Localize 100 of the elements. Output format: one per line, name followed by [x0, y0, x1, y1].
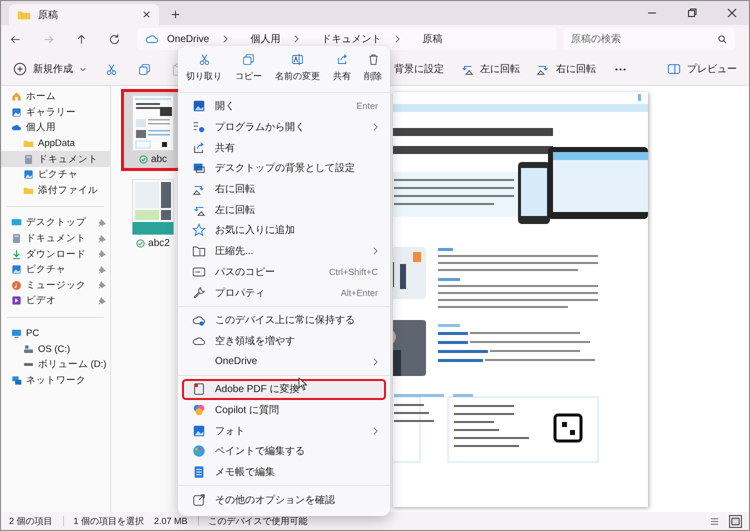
sidebar-item[interactable]: 添付ファイル: [1, 182, 110, 198]
breadcrumb[interactable]: OneDrive: [167, 34, 210, 44]
sidebar-item[interactable]: ドキュメント: [1, 230, 110, 246]
menu-item[interactable]: Copilot に質問: [182, 400, 386, 420]
menu-item[interactable]: 共有: [182, 137, 386, 158]
sidebar-item[interactable]: デスクトップ: [1, 215, 110, 231]
close-tab-icon[interactable]: [142, 10, 151, 19]
breadcrumb[interactable]: ドキュメント: [321, 32, 382, 46]
gallery-icon: [11, 106, 22, 118]
menu-item[interactable]: パスのコピー Ctrl+Shift+C: [182, 262, 386, 282]
toolbar-button[interactable]: 左に回転: [454, 58, 526, 80]
sidebar-item[interactable]: PC: [1, 326, 110, 342]
folder-icon: [23, 138, 34, 150]
sidebar-item[interactable]: ビデオ: [1, 293, 110, 309]
drive-icon: [23, 344, 34, 355]
desktop-icon: [11, 217, 22, 228]
sidebar-item[interactable]: ピクチャ: [1, 166, 110, 183]
menu-item[interactable]: 開く Enter: [182, 96, 386, 117]
menu-action-button[interactable]: コピー: [233, 50, 264, 86]
copy-icon: [242, 53, 255, 66]
menu-item[interactable]: フォト: [182, 420, 386, 441]
sidebar-item[interactable]: ネットワーク: [1, 372, 110, 388]
file-name: abc2: [148, 238, 170, 249]
picture-icon: [192, 99, 206, 114]
address-bar[interactable]: OneDrive 個人用 ドキュメント 原稿: [137, 28, 557, 50]
palette-icon: [192, 444, 206, 458]
new-button[interactable]: 新規作成: [7, 58, 93, 80]
new-tab-icon[interactable]: [171, 10, 180, 19]
sidebar-item[interactable]: ギャラリー: [1, 104, 110, 120]
menu-action-button[interactable]: 名前の変更: [273, 50, 322, 86]
copy-icon[interactable]: [138, 62, 151, 76]
file-item[interactable]: abc2: [121, 173, 185, 255]
pdf-document-icon: [192, 382, 206, 396]
chevron-right-icon: [223, 35, 228, 43]
sidebar-item[interactable]: ドキュメント: [1, 151, 110, 167]
thumbnail-drawing: [132, 179, 174, 235]
menu-item[interactable]: プロパティ Alt+Enter: [182, 282, 386, 303]
network-icon: [11, 374, 22, 386]
window-tab[interactable]: 原稿: [9, 4, 159, 25]
wallpaper-icon: [192, 161, 206, 176]
menu-item[interactable]: ペイントで編集する: [182, 441, 386, 462]
menu-item[interactable]: 右に回転: [182, 178, 386, 200]
refresh-icon[interactable]: [108, 32, 121, 46]
menu-item[interactable]: 空き領域を増やす: [182, 330, 386, 352]
cut-icon[interactable]: [105, 62, 118, 76]
tiles-view-icon[interactable]: [730, 516, 741, 526]
picture-icon: [23, 169, 34, 180]
sidebar-item[interactable]: ダウンロード: [1, 246, 110, 262]
item-count: 2 個の項目: [9, 514, 53, 528]
colorful-swirl-icon: [192, 402, 206, 417]
download-icon: [11, 248, 22, 260]
up-arrow-icon[interactable]: [75, 32, 88, 46]
sidebar-item[interactable]: OS (C:): [1, 341, 110, 357]
zip-folder-icon: [192, 244, 206, 258]
search-field[interactable]: 原稿の検索: [563, 28, 735, 50]
menu-item[interactable]: 左に回転: [182, 199, 386, 220]
chevron-right-icon: [373, 358, 378, 366]
monitor-icon: [11, 328, 22, 340]
cut-icon: [198, 53, 210, 66]
menu-item[interactable]: OneDrive: [182, 351, 386, 372]
chevron-right-icon: [373, 426, 378, 435]
cloud-icon: [11, 122, 22, 134]
toolbar-button[interactable]: 右に回転: [530, 58, 602, 80]
pin-icon: [98, 234, 106, 243]
menu-item[interactable]: デスクトップの背景として設定: [182, 158, 386, 179]
menu-item[interactable]: その他のオプションを確認: [182, 489, 386, 510]
pin-icon: [98, 218, 106, 227]
sidebar-item[interactable]: ボリューム (D:): [1, 356, 110, 372]
menu-item[interactable]: お気に入りに追加: [182, 220, 386, 241]
menu-action-button[interactable]: 共有: [331, 50, 353, 86]
sidebar-item[interactable]: AppData: [1, 136, 110, 152]
wrench-icon: [192, 286, 206, 300]
thumbnail-drawing: [132, 95, 174, 151]
breadcrumb[interactable]: 原稿: [422, 32, 442, 46]
breadcrumb[interactable]: 個人用: [250, 32, 280, 46]
preview-button[interactable]: プレビュー: [661, 58, 743, 80]
chevron-right-icon: [373, 123, 378, 132]
caret-icon: [79, 65, 87, 73]
sidebar-item[interactable]: 個人用: [1, 120, 110, 136]
chevron-right-icon: [395, 35, 400, 43]
menu-item[interactable]: メモ帳で編集: [182, 462, 386, 482]
apps-icon: [192, 120, 206, 134]
menu-item[interactable]: Adobe PDF に変換: [182, 378, 386, 400]
sidebar-item[interactable]: ホーム: [1, 89, 110, 105]
sidebar-item[interactable]: ミュージック: [1, 278, 110, 294]
menu-action-button[interactable]: 切り取り: [184, 50, 224, 86]
menu-item[interactable]: 圧縮先...: [182, 240, 386, 262]
close-icon[interactable]: [727, 8, 737, 18]
details-view-icon[interactable]: [709, 516, 720, 526]
restore-icon[interactable]: [687, 8, 697, 18]
selection-count: 1 個の項目を選択: [74, 514, 144, 528]
preview-pane-icon: [667, 62, 681, 76]
menu-action-button[interactable]: 削除: [362, 50, 384, 86]
sync-check-icon: [138, 155, 148, 164]
menu-item[interactable]: このデバイス上に常に保持する: [182, 310, 386, 331]
more-options-icon: [192, 492, 206, 507]
photo-icon: [192, 424, 206, 438]
menu-item[interactable]: プログラムから開く: [182, 116, 386, 138]
sidebar-item[interactable]: ピクチャ: [1, 262, 110, 278]
home-icon: [11, 91, 22, 102]
